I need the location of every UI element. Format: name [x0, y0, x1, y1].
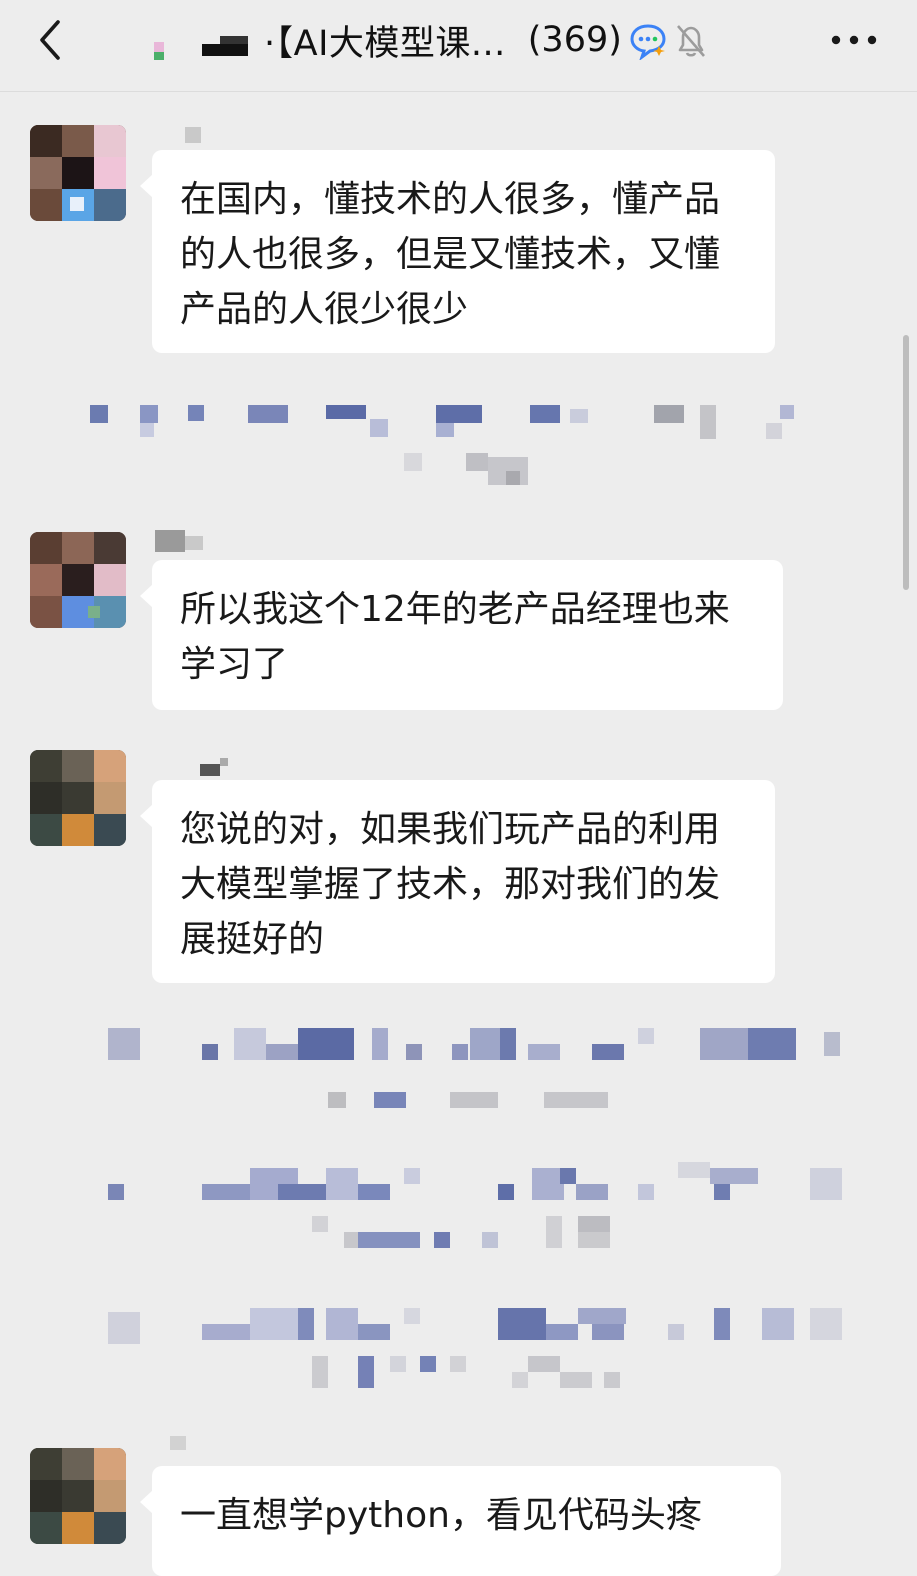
- pixelated-system-notice: [108, 1162, 842, 1248]
- avatar[interactable]: [30, 532, 126, 628]
- sender-name-pixelated: [185, 127, 245, 149]
- chat-header: ·【AI大模型课... (369): [0, 0, 917, 92]
- sender-name-pixelated: [170, 1436, 230, 1458]
- member-count: (369): [527, 20, 622, 60]
- bell-off-icon: [676, 25, 705, 57]
- avatar[interactable]: [30, 750, 126, 846]
- chat-title: ·【AI大模型课...: [264, 23, 506, 64]
- message-text: 一直想学python，看见代码头疼: [180, 1495, 702, 1536]
- group-name-pixelated: [140, 20, 260, 60]
- message-bubble[interactable]: 所以我这个12年的老产品经理也来学习了: [140, 560, 783, 710]
- message-text: 在国内，懂技术的人很多，懂产品的人也很多，但是又懂技术，又懂产品的人很少很少: [180, 179, 721, 330]
- pixelated-system-notice: [108, 1300, 842, 1390]
- ai-assistant-icon[interactable]: [628, 20, 668, 60]
- chat-title-area[interactable]: ·【AI大模型课... (369): [140, 14, 708, 66]
- chevron-left-icon[interactable]: [28, 16, 76, 64]
- scrollbar[interactable]: [903, 335, 909, 590]
- sender-name-pixelated: [155, 530, 215, 552]
- pixelated-system-notice: [108, 1028, 842, 1108]
- avatar[interactable]: [30, 125, 126, 221]
- message-text: 所以我这个12年的老产品经理也来学习了: [180, 589, 730, 685]
- message-text: 您说的对，如果我们玩产品的利用大模型掌握了技术，那对我们的发展挺好的: [180, 809, 721, 960]
- sender-name-pixelated: [200, 758, 260, 780]
- message-bubble[interactable]: 您说的对，如果我们玩产品的利用大模型掌握了技术，那对我们的发展挺好的: [140, 780, 775, 983]
- message-bubble[interactable]: 在国内，懂技术的人很多，懂产品的人也很多，但是又懂技术，又懂产品的人很少很少: [140, 150, 775, 353]
- pixelated-system-notice: [90, 405, 810, 485]
- more-dots-icon[interactable]: [826, 24, 882, 56]
- avatar[interactable]: [30, 1448, 126, 1544]
- message-bubble[interactable]: 一直想学python，看见代码头疼: [140, 1466, 781, 1576]
